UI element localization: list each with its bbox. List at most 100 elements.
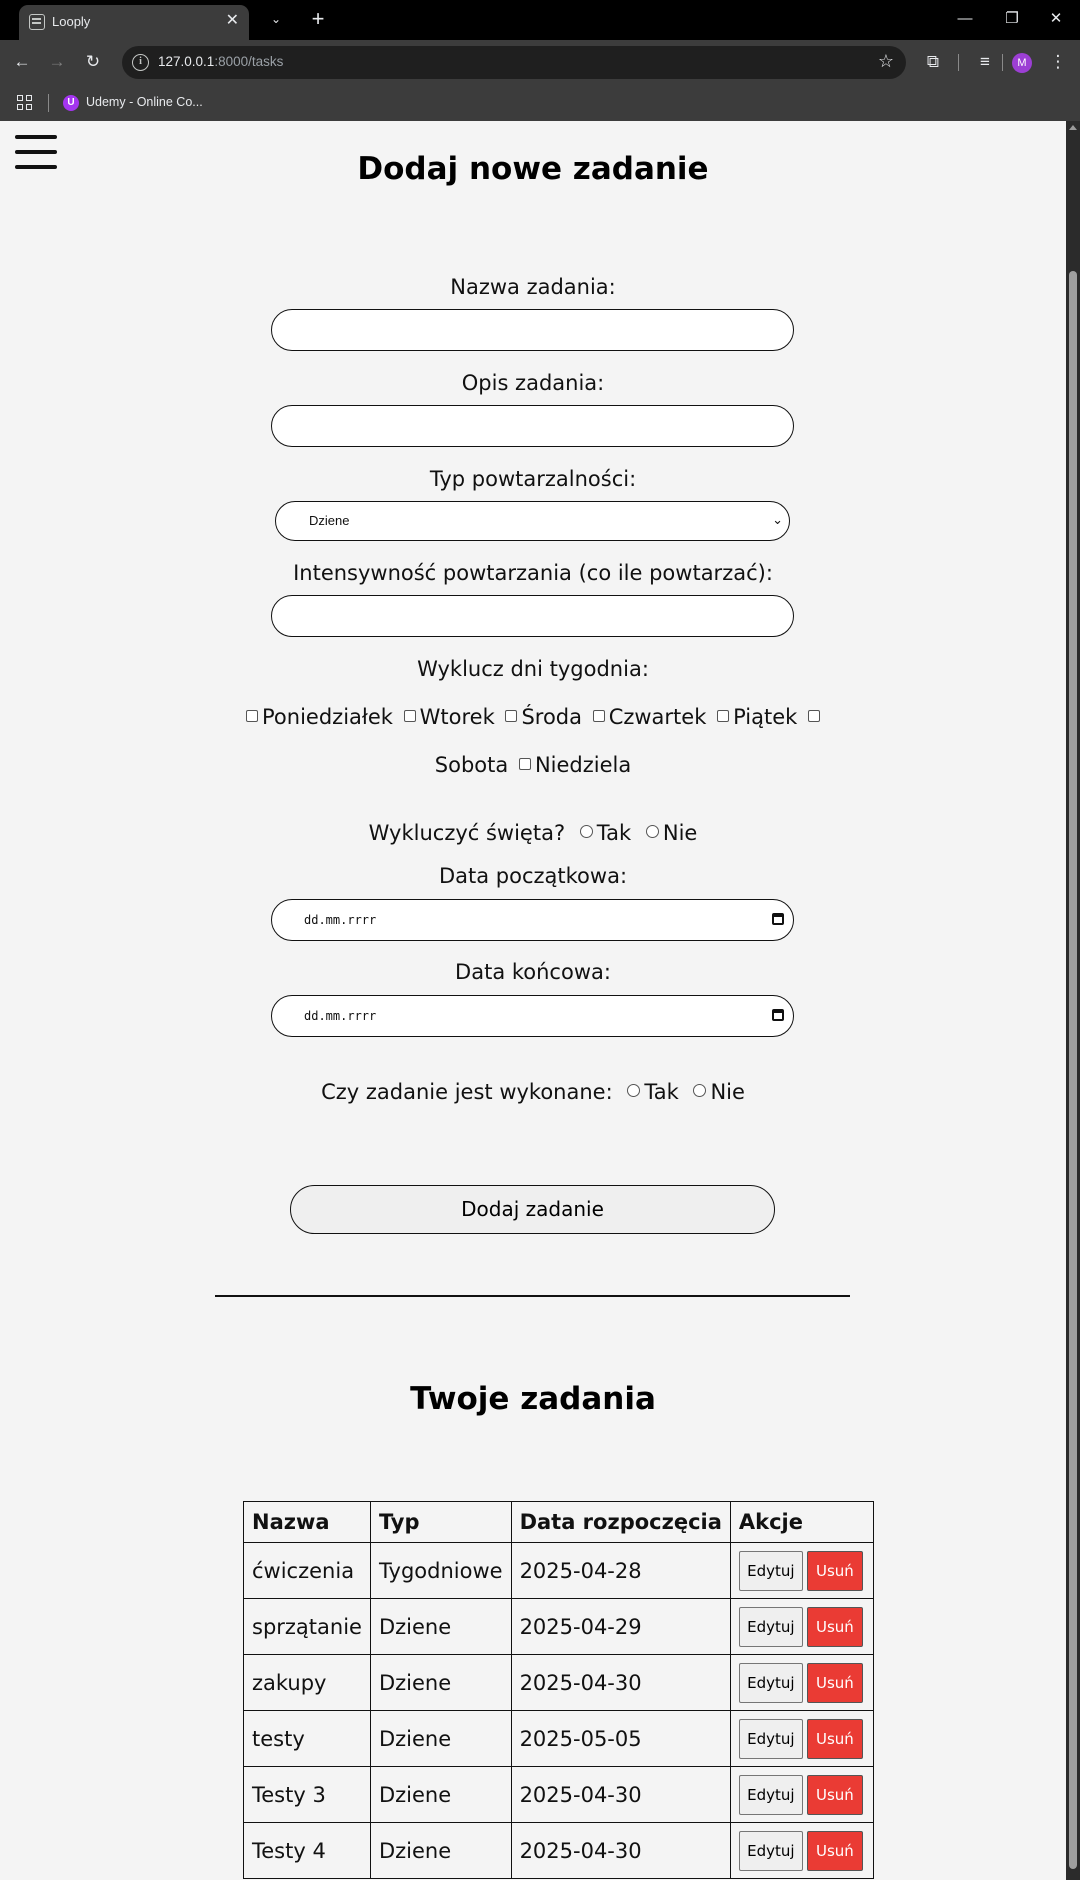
repeat-type-value: Dziene	[309, 513, 350, 528]
calendar-icon[interactable]	[772, 1009, 784, 1021]
cell-actions: Edytuj Usuń	[729, 1710, 874, 1767]
edit-button[interactable]: Edytuj	[738, 1774, 803, 1815]
edit-button[interactable]: Edytuj	[738, 1718, 803, 1759]
cell-start-date: 2025-05-05	[510, 1710, 731, 1767]
cell-type: Dziene	[369, 1598, 512, 1655]
day-label: Piątek	[733, 705, 798, 729]
radio-label: Tak	[644, 1080, 679, 1104]
radio-label: Tak	[596, 821, 632, 845]
profile-avatar[interactable]: M	[1012, 53, 1032, 73]
cell-type: Dziene	[369, 1654, 512, 1711]
delete-button[interactable]: Usuń	[806, 1718, 863, 1759]
radio-label: Nie	[710, 1080, 745, 1104]
edit-button[interactable]: Edytuj	[738, 1830, 803, 1871]
cell-name: sprzątanie	[243, 1598, 371, 1655]
apps-grid-icon[interactable]	[17, 95, 33, 111]
extensions-puzzle-icon[interactable]: ⧉	[920, 49, 946, 75]
browser-chrome: Looply ✕ ⌄ + — ❐ ✕ ← → ↻ i 127.0.0.1:800…	[0, 0, 1080, 121]
day-label: Wtorek	[419, 705, 495, 729]
address-bar[interactable]: i 127.0.0.1:8000/tasks ☆	[122, 46, 906, 79]
task-name-label: Nazwa zadania:	[450, 275, 616, 299]
day-label: Niedziela	[534, 753, 632, 777]
cell-start-date: 2025-04-30	[510, 1822, 731, 1879]
delete-button[interactable]: Usuń	[806, 1550, 863, 1591]
toolbar-separator	[1002, 54, 1003, 71]
intensity-label: Intensywność powtarzania (co ile powtarz…	[293, 561, 773, 585]
cell-actions: Edytuj Usuń	[729, 1542, 874, 1599]
page-scrollbar[interactable]	[1066, 121, 1080, 1880]
day-label: Poniedziałek	[262, 705, 393, 729]
day-label: Czwartek	[608, 705, 707, 729]
close-tab-icon[interactable]: ✕	[226, 11, 239, 31]
task-name-input[interactable]	[271, 309, 794, 351]
close-window-icon[interactable]: ✕	[1041, 6, 1071, 32]
checkbox-wednesday[interactable]	[505, 710, 518, 722]
done-row: Czy zadanie jest wykonane: Tak Nie	[0, 1080, 1066, 1104]
done-label: Czy zadanie jest wykonane:	[321, 1080, 613, 1104]
done-no-radio[interactable]	[693, 1084, 707, 1097]
url-text: 127.0.0.1:8000/tasks	[158, 54, 283, 69]
url-path: :8000/tasks	[214, 54, 284, 69]
udemy-logo-icon: U	[63, 95, 79, 111]
repeat-type-select[interactable]: Dziene ⌄	[275, 501, 790, 541]
bookmark-separator	[48, 94, 49, 112]
edit-button[interactable]: Edytuj	[738, 1550, 803, 1591]
cell-type: Dziene	[369, 1766, 512, 1823]
exclude-days-row-1: Poniedziałek Wtorek Środa Czwartek Piąte…	[0, 705, 1066, 729]
delete-button[interactable]: Usuń	[806, 1774, 863, 1815]
bookmark-star-icon[interactable]: ☆	[878, 51, 894, 72]
holidays-no-radio[interactable]	[645, 825, 659, 838]
minimize-icon[interactable]: —	[950, 6, 980, 32]
end-date-input[interactable]: dd.mm.rrrr	[271, 995, 794, 1037]
task-description-label: Opis zadania:	[461, 371, 605, 395]
start-date-input[interactable]: dd.mm.rrrr	[271, 899, 794, 941]
checkbox-monday[interactable]	[246, 710, 259, 722]
reload-icon[interactable]: ↻	[80, 49, 106, 75]
edit-button[interactable]: Edytuj	[738, 1606, 803, 1647]
holidays-yes-radio[interactable]	[579, 825, 593, 838]
calendar-icon[interactable]	[772, 913, 784, 925]
delete-button[interactable]: Usuń	[806, 1830, 863, 1871]
cell-actions: Edytuj Usuń	[729, 1654, 874, 1711]
checkbox-tuesday[interactable]	[403, 710, 416, 722]
table-header-row: Nazwa Typ Data rozpoczęcia Akcje	[243, 1501, 874, 1543]
date-placeholder: dd.mm.rrrr	[304, 1009, 377, 1023]
cell-name: Testy 3	[243, 1766, 371, 1823]
edit-button[interactable]: Edytuj	[738, 1662, 803, 1703]
done-yes-radio[interactable]	[627, 1084, 641, 1097]
cell-start-date: 2025-04-30	[510, 1766, 731, 1823]
exclude-holidays-row: Wykluczyć święta? Tak Nie	[0, 821, 1066, 845]
delete-button[interactable]: Usuń	[806, 1662, 863, 1703]
tab-looply[interactable]: Looply ✕	[19, 5, 249, 40]
date-placeholder: dd.mm.rrrr	[304, 913, 377, 927]
cell-type: Dziene	[369, 1710, 512, 1767]
cell-start-date: 2025-04-29	[510, 1598, 731, 1655]
checkbox-saturday[interactable]	[807, 710, 820, 722]
form-title: Dodaj nowe zadanie	[357, 151, 709, 187]
new-tab-plus-icon[interactable]: +	[307, 6, 329, 32]
intensity-input[interactable]	[271, 595, 794, 637]
table-row: testy Dziene 2025-05-05 Edytuj Usuń	[243, 1710, 874, 1767]
back-arrow-icon[interactable]: ←	[9, 49, 35, 75]
forward-arrow-icon[interactable]: →	[44, 49, 70, 75]
add-task-button[interactable]: Dodaj zadanie	[290, 1185, 775, 1234]
checkbox-sunday[interactable]	[518, 758, 531, 770]
scrollbar-thumb[interactable]	[1069, 271, 1077, 1869]
menu-kebab-icon[interactable]: ⋮	[1045, 49, 1071, 75]
site-info-icon[interactable]: i	[132, 54, 149, 71]
media-control-icon[interactable]: ≡	[972, 49, 998, 75]
tab-strip: Looply ✕ ⌄ + — ❐ ✕	[0, 0, 1080, 40]
scroll-up-arrow-icon[interactable]	[1069, 125, 1077, 130]
delete-button[interactable]: Usuń	[806, 1606, 863, 1647]
table-row: Testy 4 Dziene 2025-04-30 Edytuj Usuń	[243, 1822, 874, 1879]
cell-type: Dziene	[369, 1822, 512, 1879]
tasks-title: Twoje zadania	[410, 1381, 656, 1417]
tab-search-chevron-icon[interactable]: ⌄	[266, 9, 286, 29]
end-date-label: Data końcowa:	[455, 960, 611, 984]
checkbox-thursday[interactable]	[592, 710, 605, 722]
task-description-input[interactable]	[271, 405, 794, 447]
calendar-favicon-icon	[29, 14, 45, 30]
restore-icon[interactable]: ❐	[997, 6, 1027, 32]
toolbar-separator	[958, 54, 959, 71]
checkbox-friday[interactable]	[717, 710, 730, 722]
